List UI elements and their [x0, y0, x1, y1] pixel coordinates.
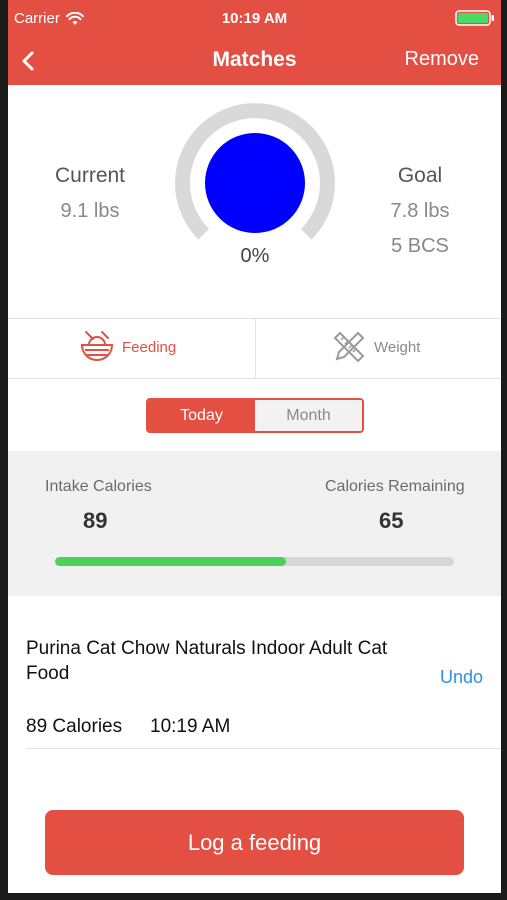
status-time: 10:19 AM [221, 10, 288, 27]
ruler-pencil-icon [333, 331, 365, 363]
battery-icon [455, 10, 494, 26]
calorie-progress-fill [55, 557, 286, 566]
nav-bar: Matches Remove [8, 40, 501, 80]
progress-percent: 0% [240, 245, 270, 267]
tab-feeding-label: Feeding [122, 338, 177, 356]
current-weight: 9.1 lbs [60, 200, 120, 222]
divider [26, 748, 501, 749]
tab-weight-label: Weight [374, 338, 421, 356]
remove-button[interactable]: Remove [405, 48, 479, 71]
divider [8, 378, 501, 379]
food-calories: 89 Calories [26, 716, 123, 737]
food-bowl-icon [80, 331, 114, 361]
food-name: Purina Cat Chow Naturals Indoor Adult Ca… [26, 638, 388, 684]
calorie-summary: Intake Calories 89 Calories Remaining 65 [8, 451, 501, 596]
food-time: 10:19 AM [150, 716, 231, 737]
gauge-center-dot [205, 133, 305, 233]
status-bar: Carrier 10:19 AM [8, 0, 501, 40]
log-feeding-button[interactable]: Log a feeding [45, 810, 464, 875]
goal-weight: 7.8 lbs [390, 200, 450, 222]
intake-calories-label: Intake Calories [45, 478, 152, 495]
calories-remaining-value: 65 [379, 508, 404, 533]
tab-weight[interactable]: Weight [330, 328, 420, 366]
progress-gauge [175, 103, 335, 240]
intake-calories-value: 89 [83, 508, 108, 533]
calorie-progress-bar [55, 557, 454, 566]
app-header: Carrier 10:19 AM Matches Remove [8, 0, 501, 85]
calories-remaining-label: Calories Remaining [325, 478, 465, 495]
tab-feeding[interactable]: Feeding [78, 328, 176, 366]
segment-month[interactable]: Month [255, 400, 362, 431]
goal-label: Goal [397, 164, 443, 187]
period-segmented-control: Today Month [146, 398, 364, 433]
goal-bcs: 5 BCS [391, 235, 449, 257]
divider [255, 319, 256, 379]
segment-today[interactable]: Today [148, 400, 255, 431]
undo-button[interactable]: Undo [440, 667, 483, 688]
app-screen: Carrier 10:19 AM Matches Remove Current [8, 0, 501, 893]
current-label: Current [54, 164, 126, 187]
